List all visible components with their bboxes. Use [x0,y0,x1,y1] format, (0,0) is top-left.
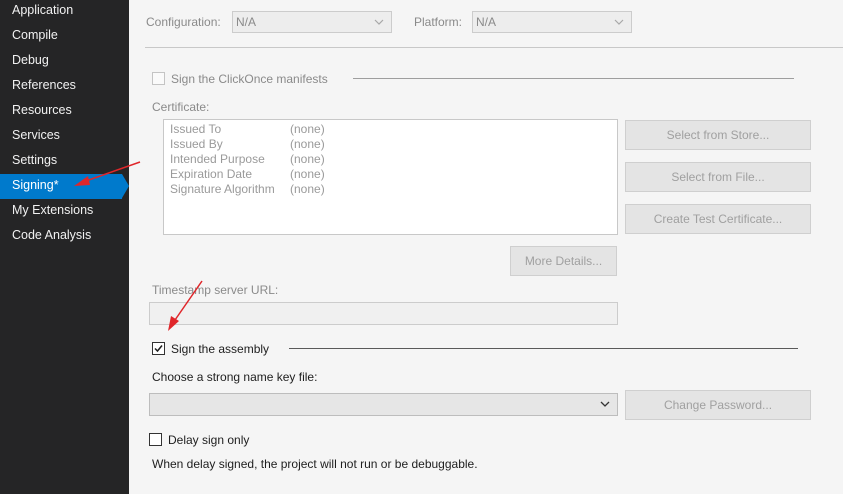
sidebar-item-code-analysis[interactable]: Code Analysis [0,224,91,249]
assembly-section-divider [289,348,798,349]
sign-clickonce-checkbox[interactable] [152,72,165,85]
sidebar-item-application[interactable]: Application [0,0,73,24]
configuration-value: N/A [236,15,257,29]
sidebar-item-services[interactable]: Services [0,124,60,149]
create-test-certificate-button[interactable]: Create Test Certificate... [625,204,811,234]
key-file-label: Choose a strong name key file: [152,370,318,384]
platform-value: N/A [476,15,497,29]
sidebar-item-resources[interactable]: Resources [0,99,72,124]
select-from-store-button[interactable]: Select from Store... [625,120,811,150]
delay-sign-checkbox[interactable] [149,433,162,446]
toolbar-divider [145,47,843,48]
checkmark-icon [154,345,163,353]
sign-assembly-checkbox[interactable] [152,342,165,355]
configuration-dropdown[interactable]: N/A [232,11,392,33]
configuration-label: Configuration: [146,15,221,29]
platform-dropdown[interactable]: N/A [472,11,632,33]
certificate-details-box: Issued To (none) Issued By (none) Intended… [163,119,618,235]
sign-clickonce-label: Sign the ClickOnce manifests [171,72,328,86]
timestamp-url-label: Timestamp server URL: [152,283,279,297]
platform-label: Platform: [414,15,463,29]
certificate-label: Certificate: [152,100,210,114]
delay-sign-label: Delay sign only [168,433,250,447]
sidebar-item-signing[interactable]: Signing* [0,174,129,199]
sidebar-item-settings[interactable]: Settings [0,149,57,174]
more-details-button[interactable]: More Details... [510,246,617,276]
sidebar-item-compile[interactable]: Compile [0,24,58,49]
sidebar-item-references[interactable]: References [0,74,76,99]
chevron-down-icon [614,19,624,25]
change-password-button[interactable]: Change Password... [625,390,811,420]
sidebar-item-debug[interactable]: Debug [0,49,49,74]
project-properties-sidebar: Application Compile Debug References Res… [0,0,129,494]
signing-page: Configuration: N/A Platform: N/A Sign th… [129,0,843,494]
sidebar-item-my-extensions[interactable]: My Extensions [0,199,93,224]
timestamp-url-input[interactable] [149,302,618,325]
select-from-file-button[interactable]: Select from File... [625,162,811,192]
key-file-dropdown[interactable] [149,393,618,416]
sign-assembly-label: Sign the assembly [171,342,270,356]
delay-sign-note: When delay signed, the project will not … [152,457,478,471]
chevron-down-icon [600,401,610,407]
chevron-down-icon [374,19,384,25]
clickonce-section-divider [353,78,794,79]
